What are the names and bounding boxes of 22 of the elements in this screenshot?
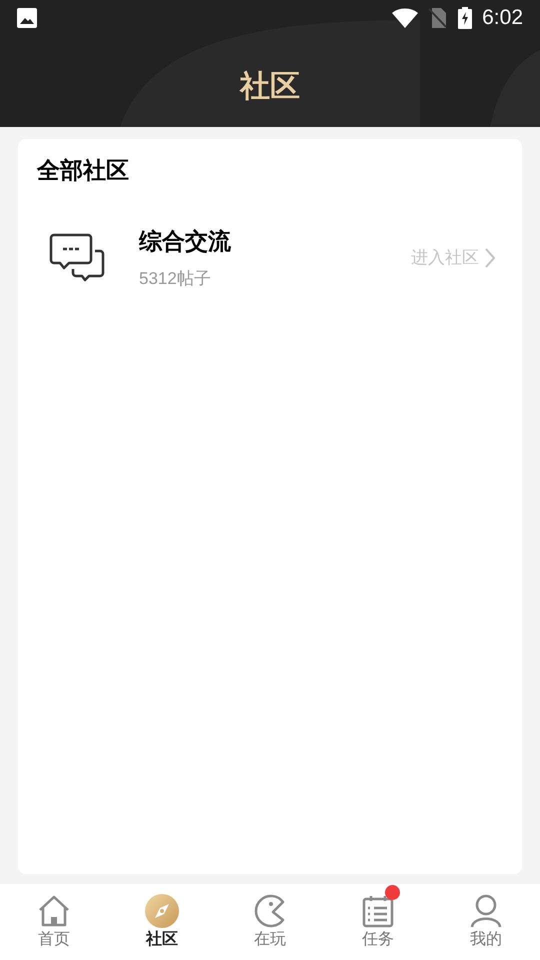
community-item[interactable]: 综合交流 5312帖子 进入社区 — [37, 224, 503, 292]
image-icon — [17, 8, 37, 28]
chat-bubbles-icon — [49, 232, 105, 282]
battery-charging-icon — [458, 7, 472, 29]
status-time: 6:02 — [482, 5, 523, 32]
nav-tab[interactable]: 首页 — [0, 884, 108, 960]
nav-tab[interactable]: 社区 — [108, 884, 216, 960]
no-sim-icon — [428, 8, 446, 28]
community-name: 综合交流 — [139, 226, 231, 256]
page-title: 社区 — [240, 69, 300, 105]
pacman-icon — [253, 894, 287, 928]
home-icon — [37, 894, 71, 928]
compass-icon — [145, 894, 179, 928]
wifi-icon — [392, 8, 418, 28]
post-count: 5312帖子 — [139, 268, 212, 290]
chevron-right-icon — [485, 248, 495, 268]
nav-tab[interactable]: 在玩 — [216, 884, 324, 960]
checklist-icon — [361, 894, 395, 928]
nav-tab[interactable]: 我的 — [432, 884, 540, 960]
section-title: 全部社区 — [37, 156, 130, 185]
nav-tab[interactable]: 任务 — [324, 884, 432, 960]
person-icon — [469, 894, 503, 928]
